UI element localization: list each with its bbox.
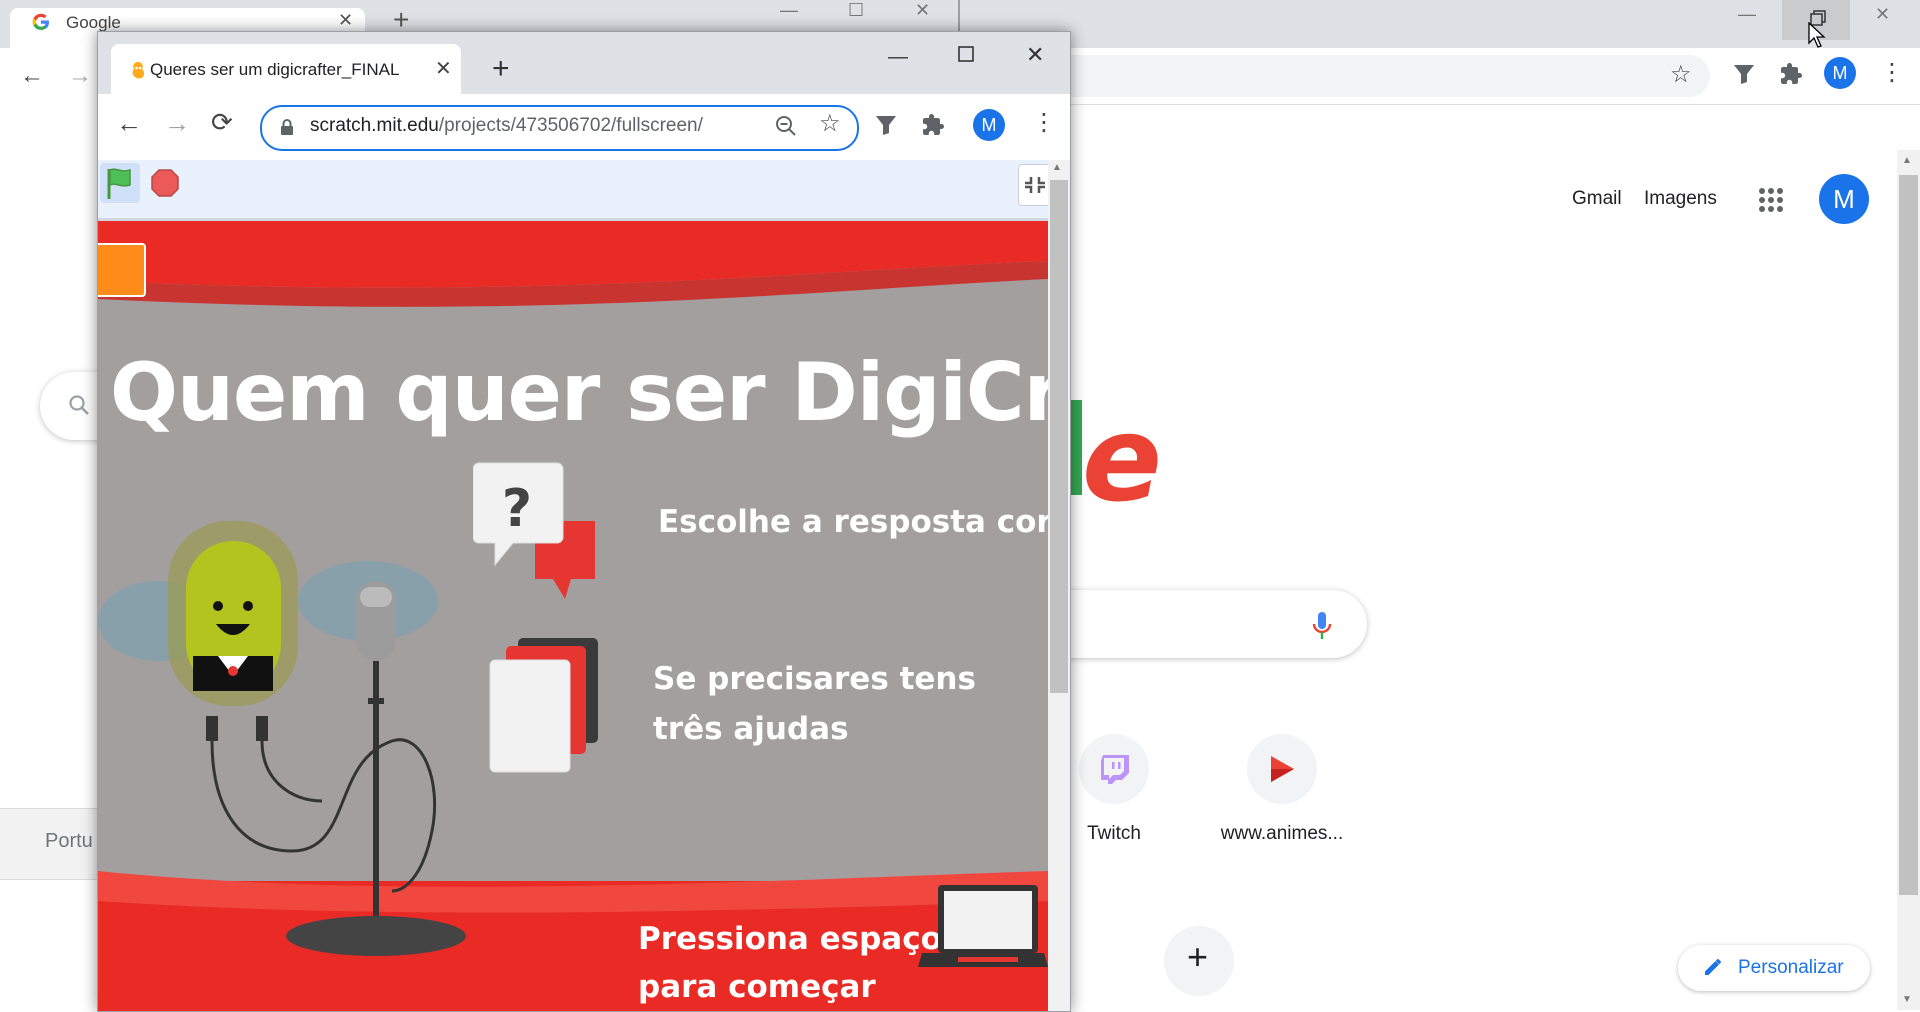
url-text[interactable]: scratch.mit.edu/projects/473506702/fulls… — [310, 115, 703, 137]
back-icon[interactable]: ← — [20, 62, 44, 90]
shortcut-label: www.animes... — [1220, 823, 1344, 844]
scratch-favicon-icon — [131, 61, 145, 81]
menu-kebab-icon[interactable]: ⋮ — [1880, 58, 1904, 87]
stop-icon — [151, 169, 179, 197]
bookmark-star-icon[interactable]: ☆ — [819, 109, 841, 138]
extensions-puzzle-icon[interactable] — [921, 113, 945, 137]
scroll-down-arrow-icon[interactable]: ▼ — [1902, 994, 1912, 1005]
back-icon[interactable]: ← — [116, 108, 142, 139]
stage-line-helps-2: três ajudas — [653, 711, 849, 747]
stage-line-press-space-1: Pressiona espaço — [638, 921, 942, 957]
bookmark-star-icon[interactable]: ☆ — [1670, 60, 1692, 89]
images-link[interactable]: Imagens — [1644, 188, 1717, 210]
maximize-icon[interactable] — [958, 46, 974, 62]
voice-search-mic-icon[interactable] — [1310, 611, 1334, 641]
stage-line-press-space-2: para começar — [638, 969, 876, 1005]
background-omnibox[interactable] — [1040, 55, 1710, 97]
profile-avatar[interactable]: M — [1824, 57, 1856, 89]
extension-filter-icon[interactable] — [874, 113, 898, 137]
logo-letter-e: e — [1082, 390, 1163, 528]
scroll-up-arrow-icon[interactable]: ▲ — [1902, 155, 1912, 166]
url-host: scratch.mit.edu — [310, 115, 439, 136]
gmail-link[interactable]: Gmail — [1572, 188, 1622, 210]
scratch-browser-window: Queres ser um digicrafter_FINAL ✕ + — ✕ … — [97, 31, 1071, 1012]
forward-icon[interactable]: → — [68, 62, 92, 90]
green-flag-button[interactable] — [100, 163, 140, 203]
profile-avatar[interactable]: M — [973, 109, 1005, 141]
apps-grid-icon[interactable] — [1758, 187, 1784, 213]
add-shortcut-icon: + — [1187, 936, 1209, 977]
background-inner-minimize-icon[interactable]: — — [780, 0, 798, 21]
orange-sprite[interactable] — [98, 243, 146, 297]
pencil-icon — [1703, 957, 1723, 977]
green-flag-icon — [107, 168, 131, 199]
account-avatar[interactable]: M — [1819, 174, 1869, 224]
exit-fullscreen-icon — [1025, 177, 1045, 193]
zoom-icon[interactable] — [774, 114, 798, 138]
background-scrollbar-thumb[interactable] — [1899, 175, 1918, 895]
search-icon — [67, 393, 91, 417]
scratch-controls-bar — [98, 160, 1048, 221]
minimize-icon[interactable]: — — [1738, 4, 1756, 25]
stop-button[interactable] — [150, 168, 180, 198]
lock-icon[interactable] — [280, 118, 294, 136]
scratch-page-scrollbar-thumb[interactable] — [1050, 180, 1068, 693]
menu-kebab-icon[interactable]: ⋮ — [1032, 108, 1056, 137]
play-icon — [1268, 754, 1296, 784]
close-icon[interactable]: ✕ — [1026, 42, 1044, 68]
background-inner-maximize-icon[interactable]: ☐ — [848, 0, 864, 21]
stage-line-choose-answer: Escolhe a resposta correta — [658, 504, 1048, 540]
twitch-icon — [1098, 752, 1130, 784]
background-tab-title: Google — [66, 13, 121, 32]
extension-filter-icon[interactable] — [1732, 62, 1756, 86]
new-tab-icon[interactable]: + — [492, 52, 510, 86]
google-favicon-icon — [31, 12, 51, 32]
close-window-icon[interactable]: ✕ — [1875, 4, 1890, 25]
stage-line-helps-1: Se precisares tens — [653, 661, 976, 697]
forward-icon[interactable]: → — [164, 108, 190, 139]
scratch-stage[interactable]: Quem quer ser DigiCrafter? ? Escolhe a r… — [98, 221, 1048, 1011]
scratch-tab-close-icon[interactable]: ✕ — [435, 56, 452, 81]
host-character-sprite[interactable] — [98, 501, 578, 1011]
footer-language-text: Portu — [45, 830, 93, 852]
background-tab-close-icon[interactable]: ✕ — [338, 10, 353, 31]
extensions-puzzle-icon[interactable] — [1779, 62, 1803, 86]
mouse-cursor-icon — [1808, 22, 1826, 48]
minimize-icon[interactable]: — — [888, 46, 908, 69]
background-inner-close-icon[interactable]: ✕ — [915, 0, 930, 21]
reload-icon[interactable]: ⟳ — [211, 107, 233, 138]
url-path: /projects/473506702/fullscreen/ — [438, 115, 703, 136]
customize-label: Personalizar — [1738, 957, 1844, 978]
stage-title: Quem quer ser DigiCrafter? — [110, 346, 1048, 439]
scroll-up-arrow-icon[interactable]: ▲ — [1052, 162, 1062, 173]
laptop-icon — [918, 885, 1048, 967]
exit-fullscreen-button[interactable] — [1018, 164, 1052, 206]
scratch-tab-title: Queres ser um digicrafter_FINAL — [150, 60, 400, 79]
